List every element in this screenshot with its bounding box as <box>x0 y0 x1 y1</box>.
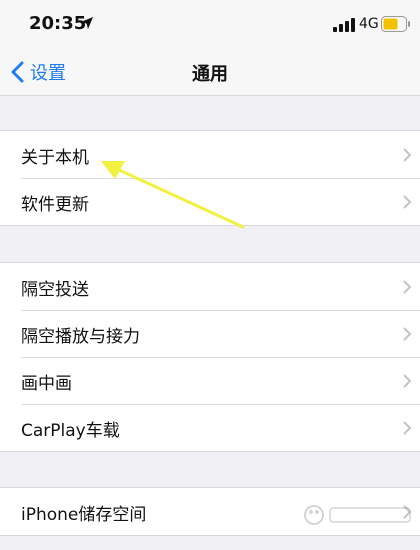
row-label: 隔空投送 <box>21 280 89 300</box>
chevron-right-icon <box>403 195 411 209</box>
network-type-label: 4G <box>359 16 379 32</box>
chevron-right-icon <box>403 280 411 294</box>
status-time: 20:35 <box>29 13 87 34</box>
watermark-logo <box>304 505 411 525</box>
row-label: CarPlay车载 <box>21 421 120 441</box>
row-label: 软件更新 <box>21 195 89 215</box>
chevron-right-icon <box>403 374 411 388</box>
settings-row-airplay-handoff[interactable]: 隔空播放与接力 <box>0 310 420 357</box>
page-title: 通用 <box>192 64 228 85</box>
status-bar: 20:35 4G <box>0 0 420 50</box>
settings-row-carplay[interactable]: CarPlay车载 <box>0 404 420 451</box>
settings-row-airdrop[interactable]: 隔空投送 <box>0 263 420 310</box>
location-arrow-icon <box>81 17 93 29</box>
navigation-bar: 设置 通用 <box>0 50 420 96</box>
battery-icon <box>381 16 410 32</box>
chevron-right-icon <box>403 327 411 341</box>
row-label: 画中画 <box>21 374 72 394</box>
annotation-arrow-icon <box>101 161 245 229</box>
row-label: 关于本机 <box>21 148 89 168</box>
chevron-right-icon <box>403 148 411 162</box>
settings-group-2: 隔空投送 隔空播放与接力 画中画 CarPlay车载 <box>0 262 420 452</box>
settings-screen: 20:35 4G 设置 通用 关于本机 软件更新 隔空投送 隔空播放与接力 画中… <box>0 0 420 550</box>
row-label: iPhone储存空间 <box>21 505 147 525</box>
chevron-right-icon <box>403 421 411 435</box>
settings-row-picture-in-picture[interactable]: 画中画 <box>0 357 420 404</box>
cellular-signal-icon <box>333 18 355 32</box>
row-label: 隔空播放与接力 <box>21 327 140 347</box>
